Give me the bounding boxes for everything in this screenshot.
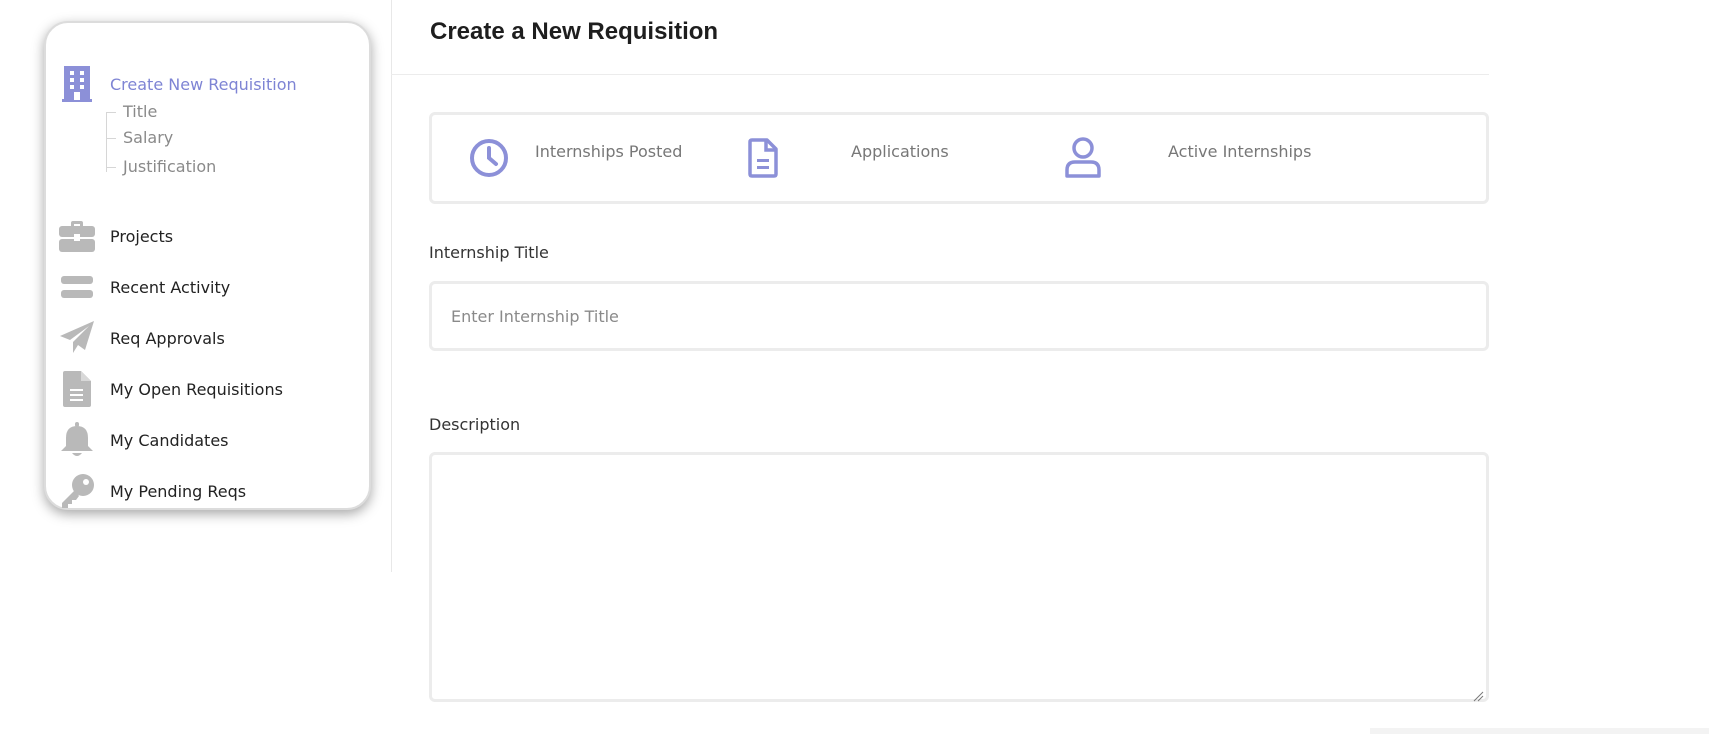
- user-icon: [1062, 137, 1104, 179]
- stat-internships-posted: Internships Posted: [432, 115, 732, 201]
- internship-title-input[interactable]: [429, 281, 1489, 351]
- briefcase-icon: [59, 218, 95, 254]
- sidebar-subitem-label: Salary: [123, 128, 174, 147]
- sidebar-item-label: Projects: [110, 226, 174, 246]
- stat-active-internships: Active Internships: [1062, 115, 1362, 201]
- stat-label: Active Internships: [1168, 142, 1312, 161]
- sidebar-item-label: My Open Requisitions: [110, 379, 283, 399]
- stat-label: Internships Posted: [535, 142, 683, 161]
- sidebar-item-label: My Candidates: [110, 430, 229, 450]
- description-textarea[interactable]: [429, 452, 1489, 702]
- stat-applications: Applications: [742, 115, 1042, 201]
- bell-icon: [59, 422, 95, 458]
- sidebar-item-label: Create New Requisition: [110, 74, 297, 94]
- resize-handle-icon[interactable]: [1472, 687, 1484, 702]
- clock-icon: [468, 137, 510, 179]
- paper-plane-icon: [59, 320, 95, 356]
- sidebar-item-label: My Pending Reqs: [110, 481, 247, 501]
- document-icon: [59, 371, 95, 407]
- stats-card: Internships Posted Applications Active I…: [429, 112, 1489, 204]
- bottom-panel-edge: [1370, 728, 1709, 734]
- key-icon: [59, 473, 95, 509]
- stat-label: Applications: [851, 142, 949, 161]
- sidebar-item-label: Recent Activity: [110, 277, 231, 297]
- sidebar-subitem-label: Title: [123, 102, 158, 121]
- vertical-divider: [391, 0, 392, 572]
- sidebar: Create New Requisition Title Salary Just…: [44, 21, 371, 510]
- sidebar-submenu: Title Salary Justification: [106, 99, 306, 199]
- internship-title-label: Internship Title: [429, 243, 549, 262]
- sidebar-subitem-label: Justification: [123, 157, 217, 176]
- header-divider: [391, 74, 1489, 75]
- submenu-connector: [106, 112, 107, 172]
- sidebar-item-label: Req Approvals: [110, 328, 225, 348]
- page-title: Create a New Requisition: [430, 18, 719, 45]
- equals-icon: [59, 269, 95, 305]
- document-icon: [742, 137, 784, 179]
- building-icon: [59, 66, 95, 102]
- description-label: Description: [429, 415, 521, 434]
